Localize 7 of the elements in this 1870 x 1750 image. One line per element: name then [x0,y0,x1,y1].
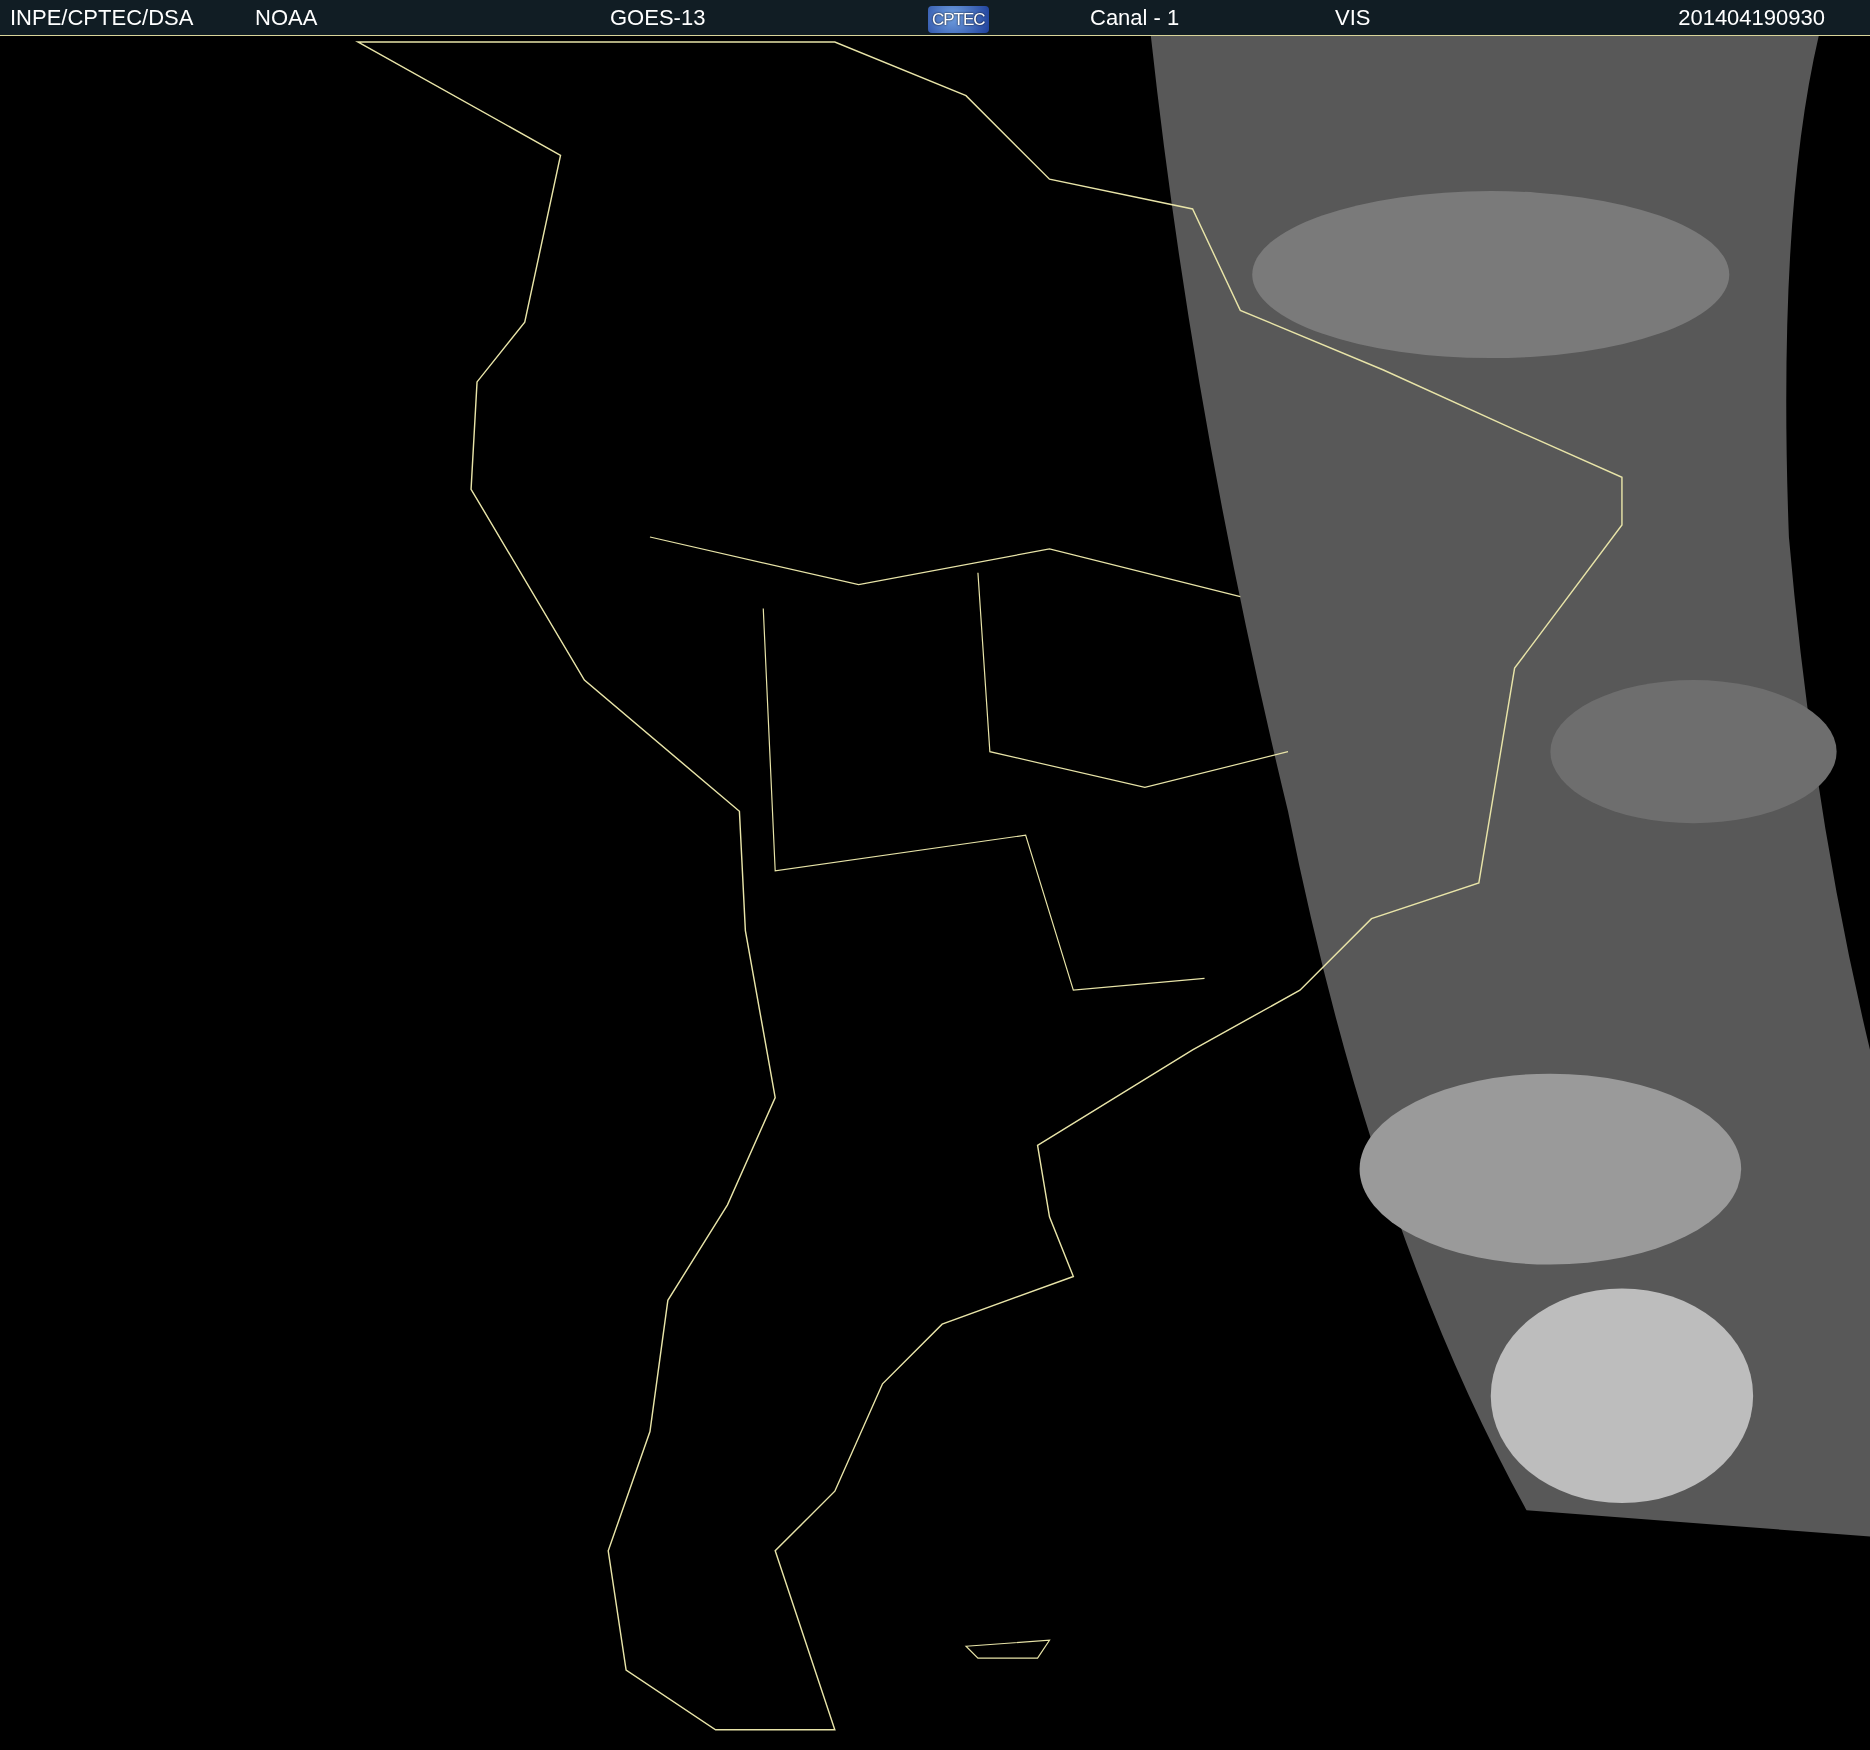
header-label: 201404190930 [1678,5,1825,30]
header-label: INPE/CPTEC/DSA [10,5,194,30]
header-label: Canal - 1 [1090,5,1180,30]
header-label: NOAA [255,5,318,30]
header-label: VIS [1335,5,1371,30]
logo: CPTEC [928,6,989,33]
header-label: GOES-13 [610,5,706,30]
